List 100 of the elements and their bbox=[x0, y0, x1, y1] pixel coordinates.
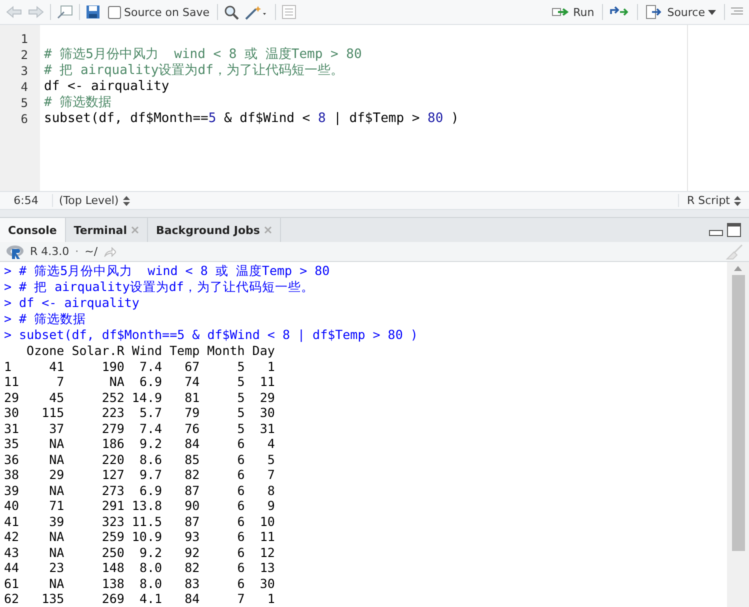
row-name: 40 bbox=[4, 498, 20, 514]
table-cell-text: 5 bbox=[236, 374, 245, 390]
separator-dot: · bbox=[75, 245, 79, 258]
table-cell-text: 5 bbox=[236, 358, 245, 374]
table-cell-text: 127 bbox=[100, 467, 124, 482]
column-header: Solar.R bbox=[70, 343, 124, 358]
table-cell-text: 5 bbox=[236, 420, 245, 436]
table-cell-text: 273 bbox=[100, 482, 124, 498]
table-cell-text: 8.6 bbox=[138, 452, 162, 467]
table-cell-text: 269 bbox=[100, 591, 124, 606]
table-cell-text: 82 bbox=[184, 560, 200, 576]
back-arrow-icon[interactable] bbox=[6, 6, 22, 18]
forward-arrow-icon[interactable] bbox=[28, 6, 44, 18]
show-in-window-icon[interactable] bbox=[57, 5, 73, 19]
table-cell-text: 45 bbox=[48, 390, 64, 405]
scrollbar[interactable] bbox=[727, 262, 749, 607]
table-cell-text: 84 bbox=[184, 436, 200, 452]
code-token: # 筛选数据 bbox=[44, 95, 112, 111]
source-button[interactable]: Source bbox=[644, 2, 718, 22]
table-cell-text: 259 bbox=[100, 529, 124, 544]
table-cell-text: 8.0 bbox=[138, 560, 162, 576]
row-name: 38 bbox=[4, 467, 20, 482]
table-cell-text: 82 bbox=[184, 467, 200, 482]
table-cell-text: 323 bbox=[100, 514, 124, 529]
menu-icon[interactable] bbox=[731, 7, 743, 17]
maximize-icon[interactable] bbox=[727, 223, 741, 237]
row-name: 11 bbox=[4, 374, 20, 390]
broom-icon[interactable] bbox=[725, 244, 743, 260]
row-name: 61 bbox=[4, 576, 20, 591]
row-name: 29 bbox=[4, 390, 20, 405]
line-number: 1 bbox=[20, 31, 29, 47]
table-cell-text: 74 bbox=[184, 374, 200, 390]
table-cell-text: 37 bbox=[48, 420, 64, 436]
table-cell-text: 186 bbox=[100, 436, 124, 452]
table-cell-text: 71 bbox=[48, 498, 64, 514]
table-cell-text: NA bbox=[48, 544, 64, 560]
table-cell-text: 9.2 bbox=[138, 544, 162, 560]
table-cell-text: 79 bbox=[184, 405, 200, 420]
updown-icon[interactable] bbox=[122, 196, 130, 206]
run-button[interactable]: Run bbox=[550, 2, 596, 22]
table-cell-text: NA bbox=[48, 529, 64, 544]
table-cell-text: 5.7 bbox=[138, 405, 162, 420]
console-tab[interactable]: Console bbox=[0, 218, 66, 242]
table-cell-text: 190 bbox=[100, 358, 124, 374]
table-cell-text: 11 bbox=[258, 374, 275, 390]
row-name: 41 bbox=[4, 514, 20, 529]
line-number: 2 bbox=[20, 47, 29, 63]
row-name: 31 bbox=[4, 420, 20, 436]
code-token: 5 bbox=[208, 111, 216, 127]
updown-icon[interactable] bbox=[734, 196, 741, 206]
code-token: # 筛选5月份中风力 wind < 8 或 温度Temp > 80 bbox=[44, 47, 362, 63]
table-cell-text: 10.9 bbox=[130, 529, 162, 544]
line-number: 6 bbox=[20, 111, 29, 127]
close-icon[interactable] bbox=[264, 226, 272, 234]
table-cell-text: 67 bbox=[184, 358, 200, 374]
table-cell-text: 30 bbox=[258, 405, 275, 420]
scrollbar-thumb[interactable] bbox=[732, 275, 744, 551]
minimize-icon[interactable] bbox=[709, 228, 723, 236]
outline-icon[interactable] bbox=[282, 5, 296, 19]
code-token: subset(df, df$Month== bbox=[44, 111, 208, 127]
file-type-selector[interactable]: R Script bbox=[678, 194, 749, 207]
close-icon[interactable] bbox=[130, 226, 139, 234]
working-directory[interactable]: ~/ bbox=[84, 245, 98, 258]
caret-icon[interactable] bbox=[708, 10, 716, 14]
table-cell-text: 83 bbox=[184, 576, 200, 591]
table-cell-text: 138 bbox=[100, 576, 124, 591]
source-on-save-checkbox[interactable]: Source on Save bbox=[106, 2, 212, 22]
column-header: Wind bbox=[130, 343, 162, 358]
scroll-up-icon[interactable] bbox=[734, 266, 742, 271]
table-cell-text: 7.4 bbox=[138, 420, 162, 436]
table-cell-text: 4.1 bbox=[138, 591, 162, 606]
table-cell-text: 6 bbox=[236, 436, 245, 452]
table-cell-text: 1 bbox=[266, 358, 275, 374]
search-icon[interactable] bbox=[224, 4, 240, 20]
scope-selector[interactable]: (Top Level) bbox=[53, 194, 136, 207]
table-cell-text: 6 bbox=[236, 544, 245, 560]
table-cell-text: 223 bbox=[100, 405, 124, 420]
table-cell-text: 6.9 bbox=[138, 482, 162, 498]
column-header: Ozone bbox=[26, 343, 64, 358]
share-arrow-icon[interactable] bbox=[104, 246, 116, 256]
save-icon[interactable] bbox=[86, 5, 100, 19]
table-cell-text: 250 bbox=[100, 544, 124, 560]
table-cell-text: 84 bbox=[184, 591, 200, 606]
table-cell-text: 220 bbox=[100, 452, 124, 467]
table-cell-text: 85 bbox=[184, 452, 200, 467]
code-token: ) bbox=[450, 111, 459, 127]
table-cell-text: 29 bbox=[258, 390, 275, 405]
table-cell-text: 6 bbox=[236, 529, 245, 544]
table-cell-text: 6 bbox=[236, 576, 245, 591]
table-cell-text: 30 bbox=[258, 576, 275, 591]
row-name: 30 bbox=[4, 405, 20, 420]
table-cell-text: 29 bbox=[48, 467, 64, 482]
table-cell-text: 6 bbox=[236, 482, 245, 498]
table-cell-text: 279 bbox=[100, 420, 124, 436]
table-cell-text: 6 bbox=[236, 452, 245, 467]
table-cell-text: 7 bbox=[56, 374, 64, 390]
table-cell-text: NA bbox=[108, 374, 124, 390]
r-version: R 4.3.0 bbox=[30, 245, 70, 258]
console-input-line: > # 筛选5月份中风力 wind < 8 或 温度Temp > 80 bbox=[4, 263, 331, 279]
table-cell-text: 115 bbox=[40, 405, 64, 420]
